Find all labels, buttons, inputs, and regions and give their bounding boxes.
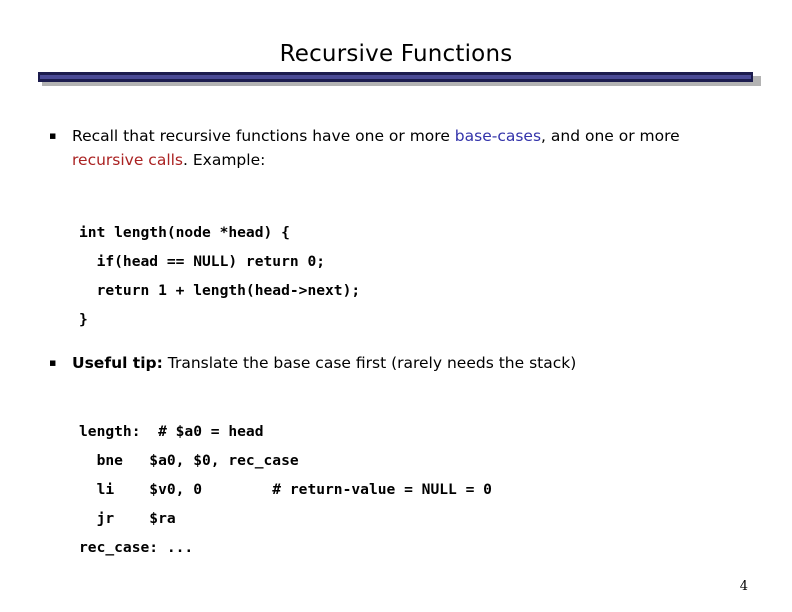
bullet-2-seg-useful-tip: Useful tip: <box>72 354 163 372</box>
bullet-item-1-text: Recall that recursive functions have one… <box>72 124 744 172</box>
page-number: 4 <box>739 579 748 594</box>
slide: Recursive Functions ▪ Recall that recurs… <box>0 0 792 612</box>
bullet-marker-icon: ▪ <box>49 356 57 369</box>
bullet-item-2-text: Useful tip: Translate the base case firs… <box>72 351 576 375</box>
title-divider-bar <box>38 72 753 82</box>
bullet-1-seg-2: , and one or more <box>541 127 680 145</box>
bullet-item-2: ▪ Useful tip: Translate the base case fi… <box>44 351 744 375</box>
title-divider <box>38 72 761 86</box>
code-block-c-source: int length(node *head) { if(head == NULL… <box>79 223 361 328</box>
page-title: Recursive Functions <box>279 41 513 67</box>
bullet-1-seg-0: Recall that recursive functions have one… <box>72 127 455 145</box>
bullet-1-seg-4: . Example: <box>183 151 266 169</box>
bullet-2-seg-1: Translate the base case first (rarely ne… <box>162 354 577 372</box>
bullet-1-seg-recursive-calls: recursive calls <box>72 151 184 169</box>
code-block-mips-assembly: length: # $a0 = head bne $a0, $0, rec_ca… <box>79 422 492 556</box>
bullet-1-seg-base-cases: base-cases <box>454 127 542 145</box>
bullet-item-1: ▪ Recall that recursive functions have o… <box>44 124 744 172</box>
bullet-marker-icon: ▪ <box>49 129 57 142</box>
